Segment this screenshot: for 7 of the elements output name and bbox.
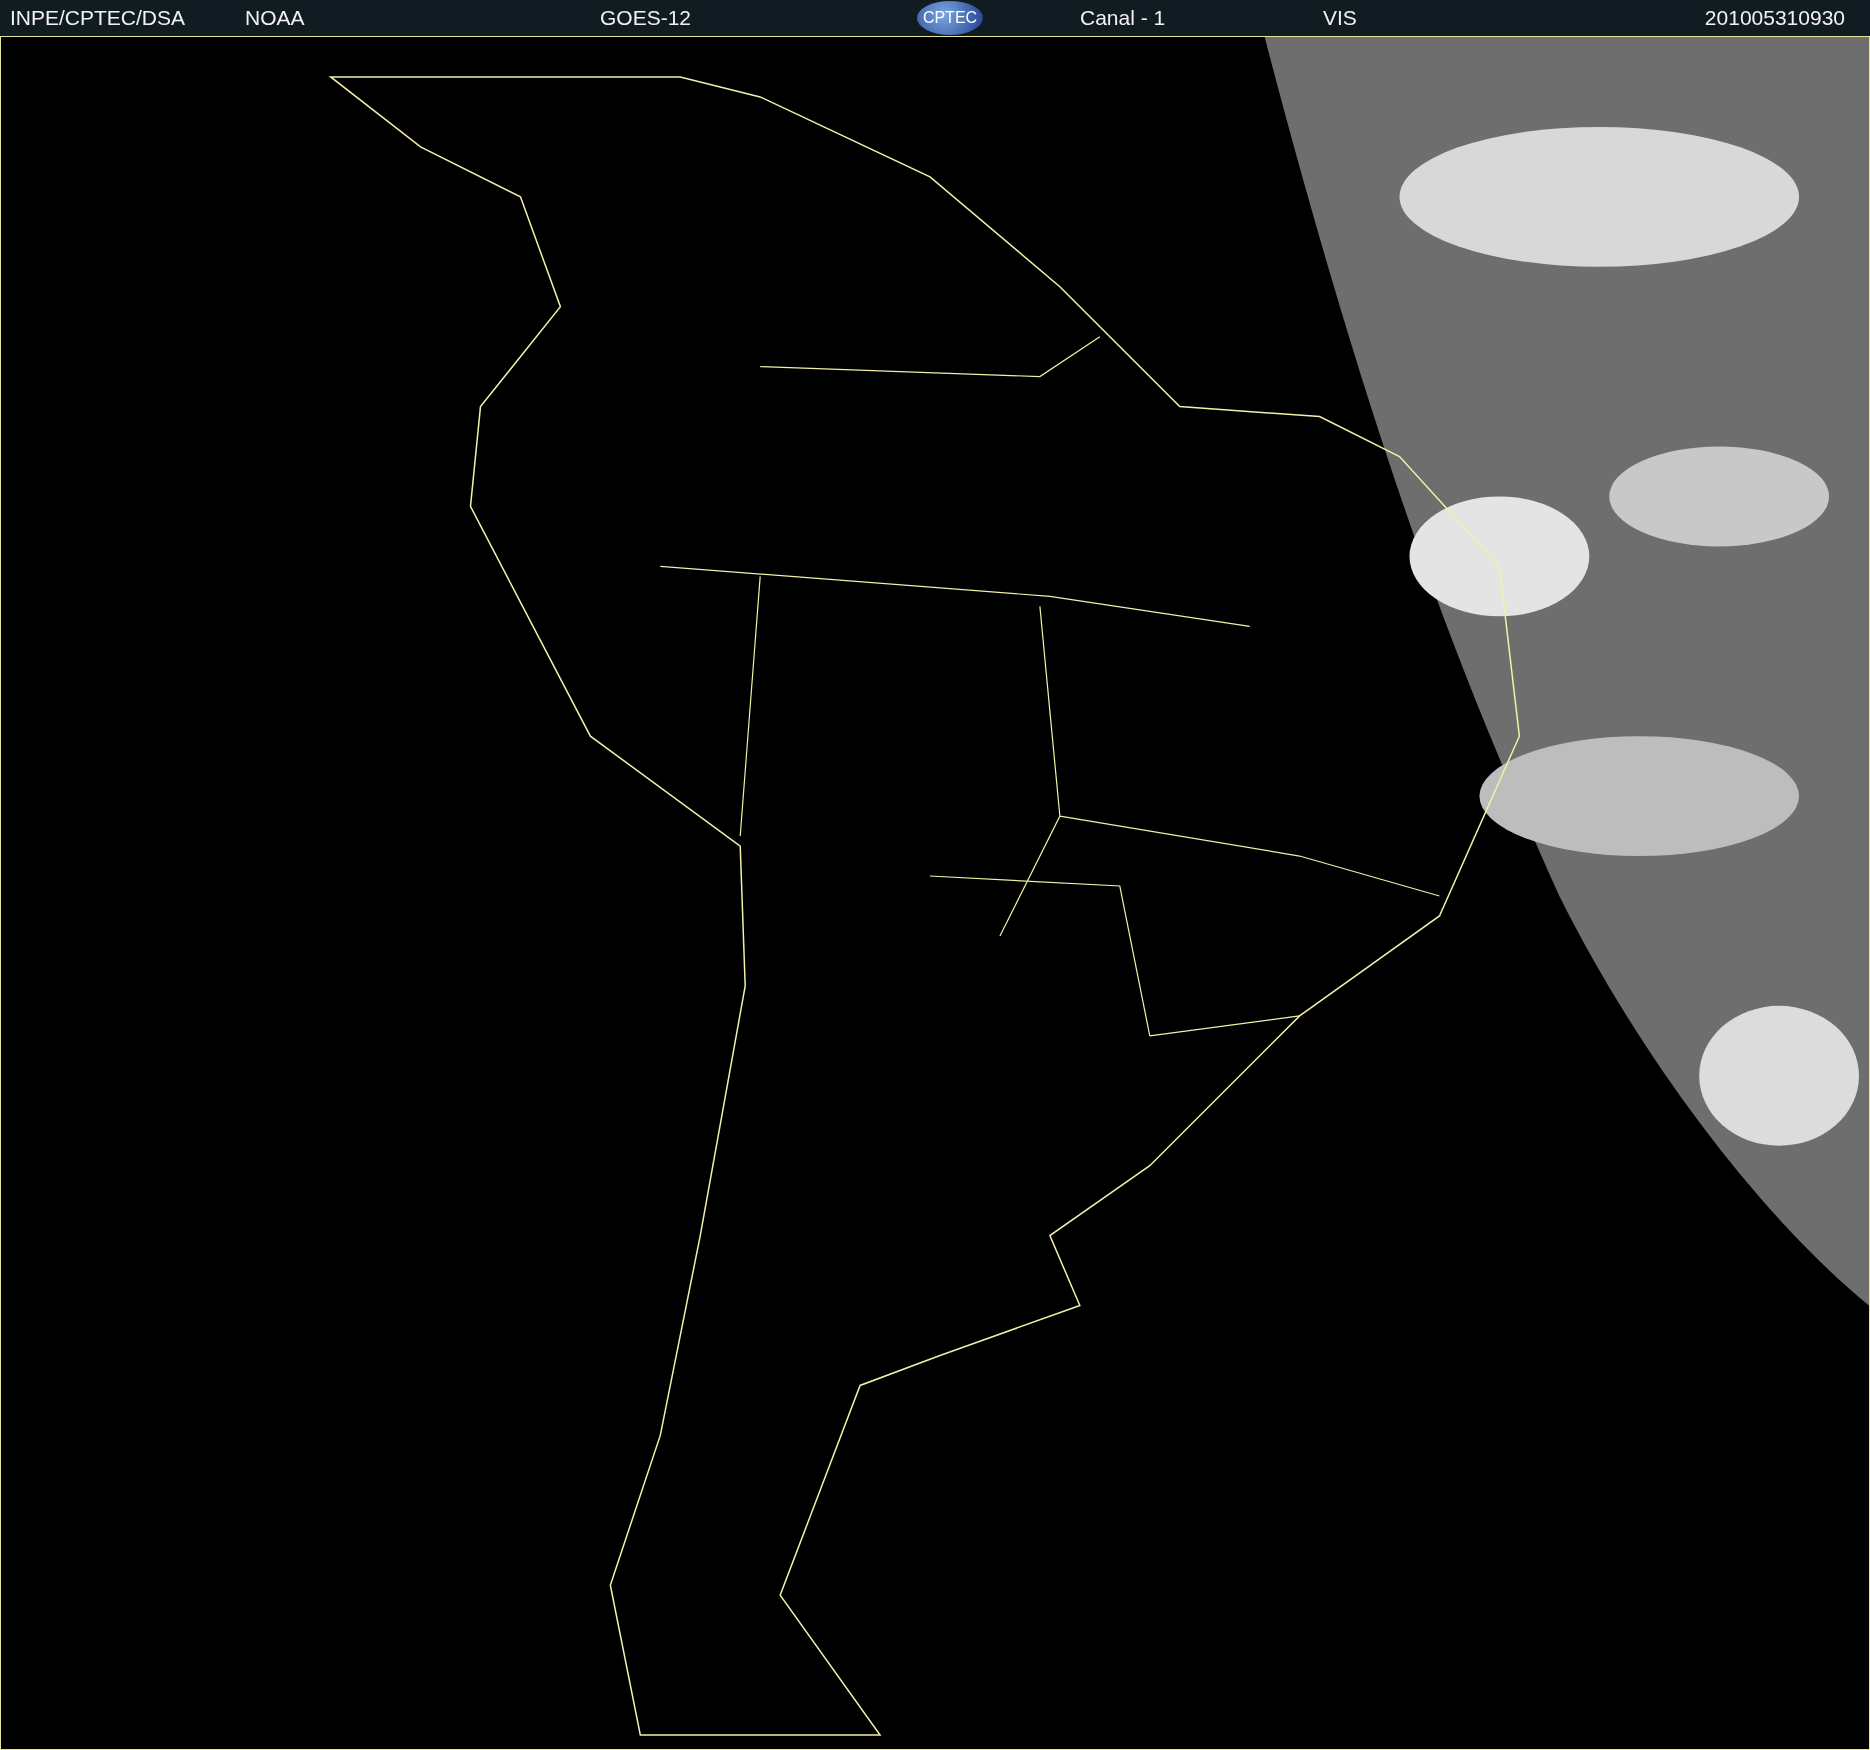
- timestamp-label: 201005310930: [1704, 6, 1845, 30]
- logo: CPTEC: [917, 1, 983, 35]
- source-label: NOAA: [245, 6, 305, 30]
- channel-label: Canal - 1: [1080, 6, 1166, 30]
- satellite-label: GOES-12: [600, 6, 692, 30]
- band-label: VIS: [1323, 6, 1357, 30]
- agency-label: INPE/CPTEC/DSA: [10, 6, 186, 30]
